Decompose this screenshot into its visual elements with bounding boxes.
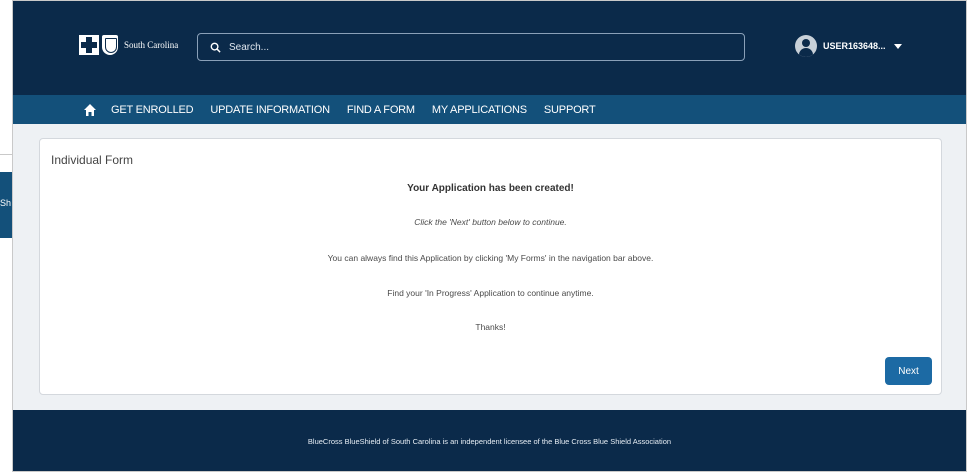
confirmation-heading: Your Application has been created! [407, 183, 574, 194]
card-title: Individual Form [51, 153, 134, 167]
nav-my-applications[interactable]: MY APPLICATIONS [432, 104, 527, 116]
nav-find-a-form[interactable]: FIND A FORM [347, 104, 415, 116]
side-tab-label: Sh [0, 198, 12, 208]
avatar [795, 35, 817, 57]
footer-disclaimer: BlueCross BlueShield of South Carolina i… [307, 437, 672, 446]
search-placeholder: Search... [229, 41, 270, 53]
individual-form-card: Individual Form Your Application has bee… [39, 138, 942, 395]
username: USER163648... [823, 41, 886, 51]
thanks-text: Thanks! [475, 322, 506, 332]
site-header: South Carolina Search... USER163648... [13, 1, 966, 95]
blue-cross-icon [79, 35, 99, 55]
search-icon [210, 42, 221, 53]
nav-update-information[interactable]: UPDATE INFORMATION [210, 104, 330, 116]
nav-get-enrolled[interactable]: GET ENROLLED [111, 104, 194, 116]
home-icon[interactable] [83, 103, 97, 117]
side-tab[interactable]: Sh [0, 172, 12, 238]
instruction-text: Click the 'Next' button below to continu… [414, 217, 567, 227]
info-text: You can always find this Application by … [327, 253, 654, 263]
caret-down-icon [893, 43, 902, 49]
nav-support[interactable]: SUPPORT [544, 104, 596, 116]
site-footer: BlueCross BlueShield of South Carolina i… [13, 410, 966, 471]
next-button[interactable]: Next [885, 357, 932, 385]
app-window: South Carolina Search... USER163648... G… [12, 0, 967, 472]
progress-text: Find your 'In Progress' Application to c… [387, 288, 594, 298]
blue-shield-icon [102, 35, 118, 55]
main-navigation: GET ENROLLED UPDATE INFORMATION FIND A F… [13, 95, 966, 124]
side-divider [0, 154, 12, 155]
search-input[interactable]: Search... [197, 33, 745, 61]
user-menu[interactable]: USER163648... [795, 35, 902, 57]
bcbs-logo[interactable]: South Carolina [79, 35, 178, 55]
logo-text: South Carolina [124, 40, 179, 50]
